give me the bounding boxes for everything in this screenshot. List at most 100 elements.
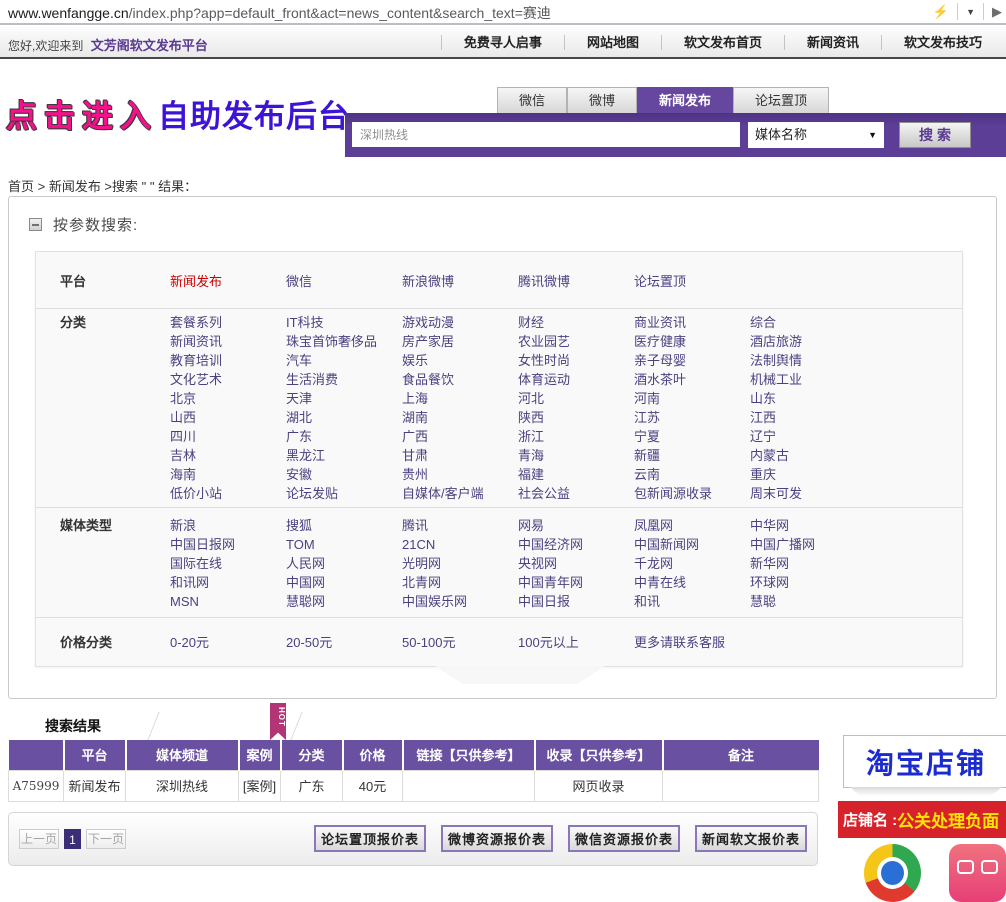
top-link-3[interactable]: 新闻资讯 [784,35,881,50]
param-link[interactable]: 微信 [286,272,402,291]
param-link[interactable]: 社会公益 [518,484,634,503]
param-link[interactable]: 新浪微博 [402,272,518,291]
param-link[interactable]: 上海 [402,389,518,408]
lightning-icon[interactable]: ⚡ [929,4,953,20]
param-link[interactable]: 凤凰网 [634,516,750,535]
param-link[interactable]: 环球网 [750,573,866,592]
param-link[interactable]: 中国青年网 [518,573,634,592]
param-link[interactable]: 北京 [170,389,286,408]
param-link[interactable]: 包新闻源收录 [634,484,750,503]
prev-page-button[interactable]: 上一页 [19,829,59,849]
param-link[interactable]: 游戏动漫 [402,313,518,332]
param-link[interactable]: 新闻发布 [170,272,286,291]
param-link[interactable]: 酒水茶叶 [634,370,750,389]
param-link[interactable]: 酒店旅游 [750,332,866,351]
param-link[interactable]: 和讯 [634,592,750,611]
param-link[interactable]: 汽车 [286,351,402,370]
price-button-2[interactable]: 微信资源报价表 [568,825,680,852]
param-link[interactable]: 中青在线 [634,573,750,592]
param-link[interactable]: 国际在线 [170,554,286,573]
collapse-icon[interactable] [29,218,42,231]
param-link[interactable]: 湖北 [286,408,402,427]
param-link[interactable]: 腾讯微博 [518,272,634,291]
param-link[interactable]: 云南 [634,465,750,484]
param-link[interactable]: 新华网 [750,554,866,573]
param-link[interactable]: 四川 [170,427,286,446]
param-link[interactable]: 光明网 [402,554,518,573]
param-link[interactable]: 贵州 [402,465,518,484]
param-link[interactable]: IT科技 [286,313,402,332]
param-link[interactable]: 陕西 [518,408,634,427]
param-link[interactable]: 安徽 [286,465,402,484]
price-button-0[interactable]: 论坛置顶报价表 [314,825,426,852]
param-link[interactable]: 综合 [750,313,866,332]
pink-app-icon[interactable] [949,844,1006,902]
param-link[interactable]: 福建 [518,465,634,484]
param-link[interactable]: 自媒体/客户端 [402,484,518,503]
param-link[interactable]: 娱乐 [402,351,518,370]
top-link-1[interactable]: 网站地图 [564,35,661,50]
results-tab[interactable]: 搜索结果 [45,712,101,740]
enter-backend-banner[interactable]: 点击进入自助发布后台 [6,91,350,136]
param-link[interactable]: 论坛发贴 [286,484,402,503]
param-link[interactable]: 甘肃 [402,446,518,465]
param-link[interactable]: 中国网 [286,573,402,592]
tab-微博[interactable]: 微博 [567,87,637,113]
param-link[interactable]: 慧聪 [750,592,866,611]
param-link[interactable]: MSN [170,592,286,611]
param-link[interactable]: 21CN [402,535,518,554]
param-link[interactable]: 教育培训 [170,351,286,370]
chrome-browser-icon[interactable] [864,844,921,902]
top-link-2[interactable]: 软文发布首页 [661,35,784,50]
param-link[interactable]: 周末可发 [750,484,866,503]
param-link[interactable]: 河北 [518,389,634,408]
param-link[interactable]: 更多请联系客服 [634,633,750,652]
forward-icon[interactable]: ▶ [988,4,1006,20]
param-link[interactable]: 女性时尚 [518,351,634,370]
param-link[interactable]: 新疆 [634,446,750,465]
param-link[interactable]: 山东 [750,389,866,408]
param-link[interactable]: 农业园艺 [518,332,634,351]
param-link[interactable]: 人民网 [286,554,402,573]
param-link[interactable]: 网易 [518,516,634,535]
tab-新闻发布[interactable]: 新闻发布 [637,87,733,113]
param-link[interactable]: 100元以上 [518,633,634,652]
site-name-link[interactable]: 文芳阁软文发布平台 [91,38,208,53]
param-link[interactable]: 文化艺术 [170,370,286,389]
param-link[interactable]: TOM [286,535,402,554]
param-link[interactable]: 海南 [170,465,286,484]
media-type-select[interactable]: 媒体名称 ▼ [748,122,884,148]
param-link[interactable]: 北青网 [402,573,518,592]
param-link[interactable]: 宁夏 [634,427,750,446]
param-link[interactable]: 套餐系列 [170,313,286,332]
param-link[interactable]: 腾讯 [402,516,518,535]
param-link[interactable]: 中国新闻网 [634,535,750,554]
param-link[interactable]: 青海 [518,446,634,465]
param-link[interactable]: 生活消费 [286,370,402,389]
param-link[interactable]: 千龙网 [634,554,750,573]
param-link[interactable]: 江西 [750,408,866,427]
param-link[interactable]: 重庆 [750,465,866,484]
price-button-1[interactable]: 微博资源报价表 [441,825,553,852]
dropdown-arrow-icon[interactable]: ▼ [962,7,979,17]
taobao-shop-banner[interactable]: 淘宝店铺 [843,735,1006,788]
param-link[interactable]: 湖南 [402,408,518,427]
result-cell-3[interactable]: [案例] [239,770,281,801]
param-link[interactable]: 中国广播网 [750,535,866,554]
param-link[interactable]: 亲子母婴 [634,351,750,370]
param-link[interactable]: 0-20元 [170,633,286,652]
param-link[interactable]: 浙江 [518,427,634,446]
param-link[interactable]: 论坛置顶 [634,272,750,291]
param-link[interactable]: 新闻资讯 [170,332,286,351]
next-page-button[interactable]: 下一页 [86,829,126,849]
param-link[interactable]: 体育运动 [518,370,634,389]
tab-微信[interactable]: 微信 [497,87,567,113]
url-text[interactable]: www.wenfangge.cn/index.php?app=default_f… [8,3,551,23]
param-link[interactable]: 房产家居 [402,332,518,351]
search-button[interactable]: 搜索 [899,122,971,148]
search-input[interactable] [352,122,740,147]
param-link[interactable]: 中国娱乐网 [402,592,518,611]
param-link[interactable]: 慧聪网 [286,592,402,611]
param-link[interactable]: 新浪 [170,516,286,535]
param-link[interactable]: 中国经济网 [518,535,634,554]
